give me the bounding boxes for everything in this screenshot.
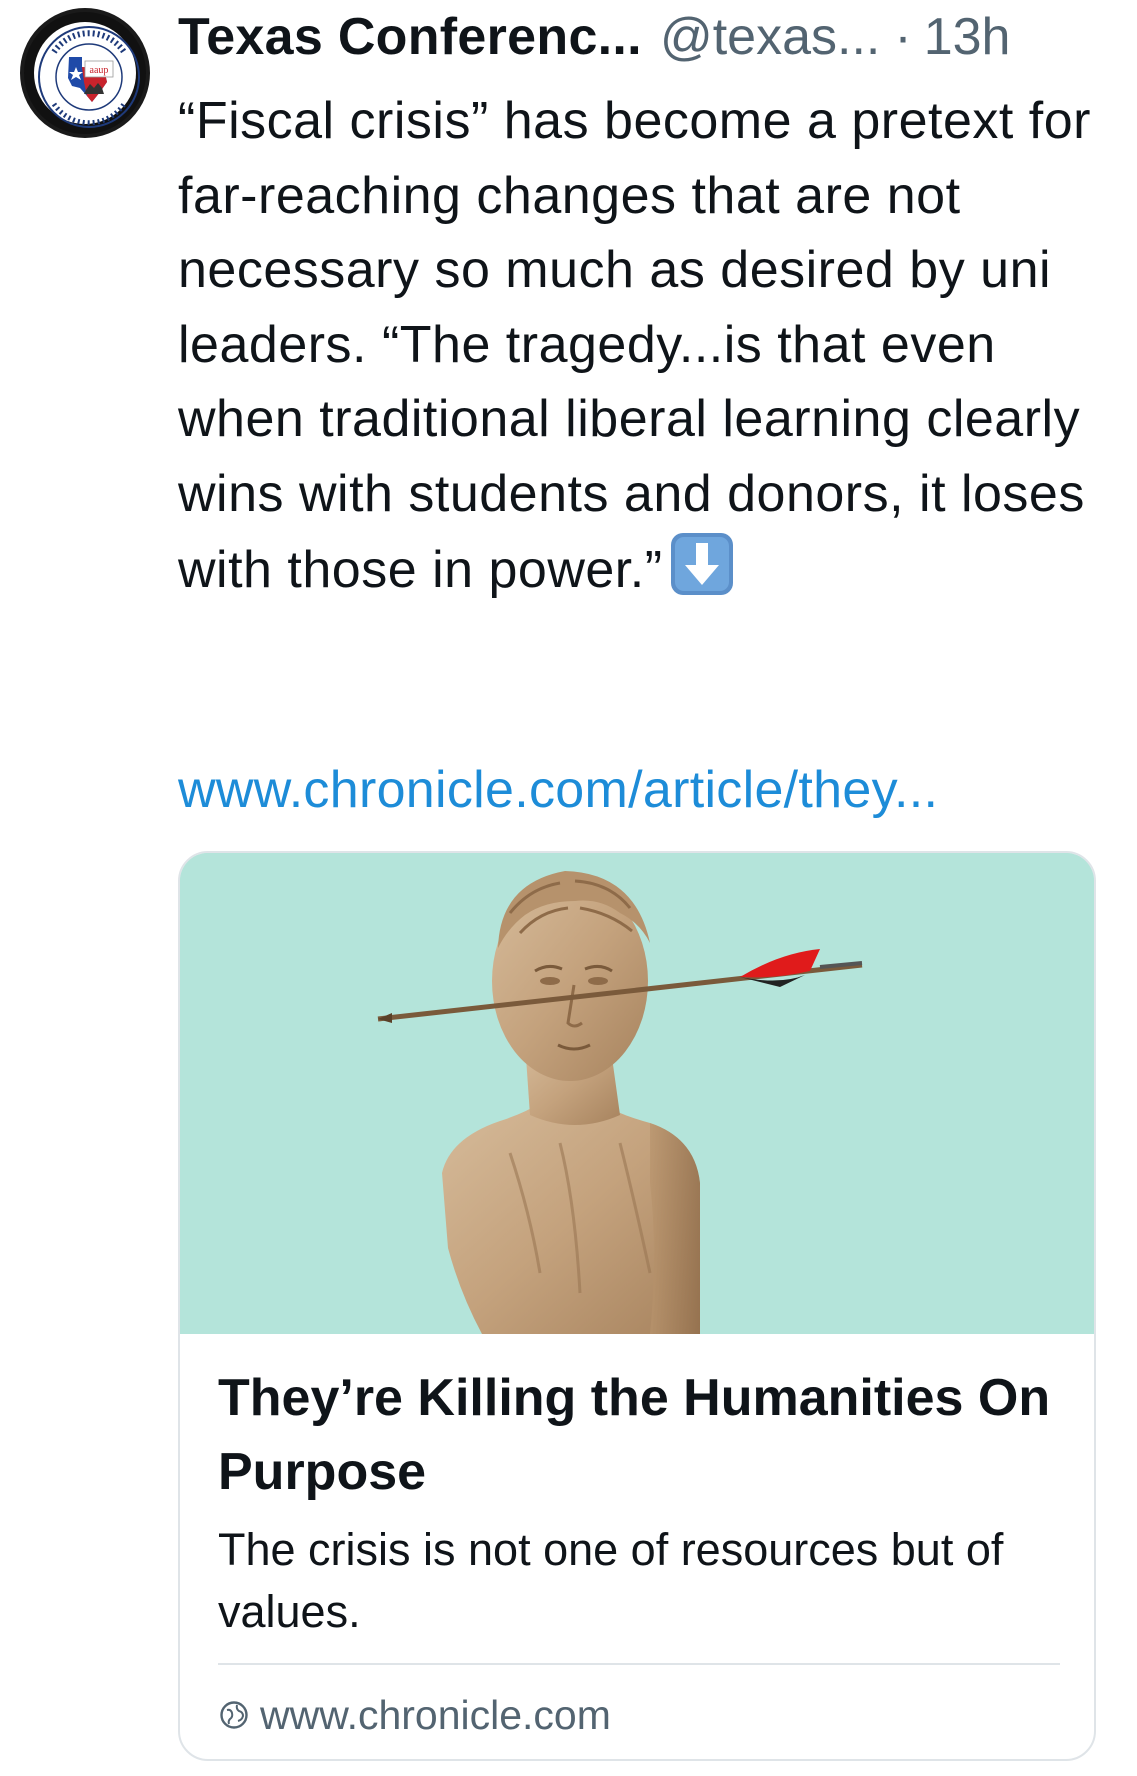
post-body: “Fiscal crisis” has become a pretext for… [178,84,1118,608]
card-description: The crisis is not one of resources but o… [218,1524,1004,1637]
aaup-logo-icon: aaup [38,26,140,128]
user-handle[interactable]: @texas... [660,6,880,68]
post-header: Texas Conferenc... @texas... · 13h [178,6,1010,68]
display-name[interactable]: Texas Conferenc... [178,6,642,68]
statue-arrow-image [180,853,1094,1334]
card-divider [218,1663,1060,1665]
post-timestamp[interactable]: 13h [924,6,1011,68]
avatar-logo-text: aaup [90,65,109,76]
header-separator: · [894,8,912,66]
card-image[interactable] [180,853,1094,1334]
avatar[interactable]: aaup [20,8,150,138]
card-domain[interactable]: www.chronicle.com [218,1688,611,1742]
down-arrow-emoji-icon [670,533,733,595]
post-text: “Fiscal crisis” has become a pretext for… [178,92,1091,599]
card-domain-text: www.chronicle.com [260,1692,611,1738]
globe-icon [220,1701,248,1729]
article-link[interactable]: www.chronicle.com/article/they... [178,755,938,825]
post[interactable]: aaup Texas Conferenc... @texas... · 13h … [0,0,1137,1776]
link-card[interactable]: They’re Killing the Humanities On Purpos… [178,851,1096,1761]
card-title[interactable]: They’re Killing the Humanities On Purpos… [218,1361,1068,1509]
